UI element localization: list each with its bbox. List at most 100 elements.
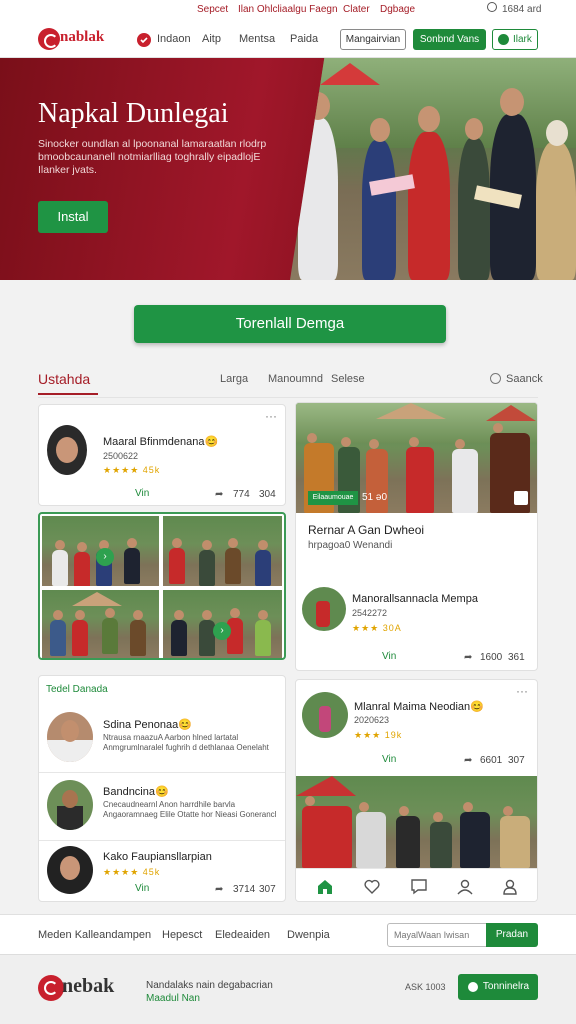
- tab-active[interactable]: Ustahda: [38, 371, 90, 387]
- figure: [130, 610, 146, 656]
- stat-2: 304: [259, 489, 276, 500]
- main-cta-button[interactable]: Torenlall Demga: [134, 305, 446, 343]
- avatar[interactable]: [47, 712, 93, 762]
- grid-photo-2[interactable]: [163, 516, 282, 586]
- heart-outline-icon[interactable]: [363, 878, 381, 895]
- figure: [302, 796, 352, 868]
- figure: [319, 706, 331, 732]
- head: [370, 118, 390, 142]
- figure: [124, 538, 140, 584]
- rating: ★★★ 30A: [352, 623, 402, 633]
- photo-grid[interactable]: › ›: [38, 512, 286, 660]
- feature-title[interactable]: Rernar A Gan Dwheoi: [308, 523, 424, 537]
- person-red-shirt: [408, 132, 450, 280]
- comment-3-name[interactable]: Kako Faupiansllarpian: [103, 851, 212, 863]
- subnav-item-4[interactable]: Dwenpia: [287, 929, 330, 941]
- tab-1[interactable]: Larga: [220, 373, 248, 385]
- outline-button[interactable]: Mangairvian: [340, 29, 406, 50]
- nav-item-1[interactable]: Indaon: [157, 33, 191, 45]
- figure: [199, 610, 215, 656]
- avatar[interactable]: [302, 587, 346, 631]
- nav-item-4[interactable]: Paida: [290, 33, 318, 45]
- brand-name[interactable]: nablak: [60, 29, 104, 46]
- more-icon[interactable]: ···: [265, 409, 277, 423]
- heart-icon: [468, 982, 478, 992]
- footer: nebak Nandalaks nain degabacrian Maadul …: [0, 954, 576, 1024]
- green-outline-button[interactable]: Ilark: [492, 29, 538, 50]
- hero-body: Sinocker oundlan al lpoonanal lamaraatla…: [38, 138, 267, 176]
- face: [56, 437, 78, 463]
- grid-photo-3[interactable]: [42, 590, 159, 658]
- avatar[interactable]: [302, 692, 348, 738]
- top-link-2[interactable]: Ilan Ohlcliaalgu Faegn: [238, 4, 338, 15]
- green-button[interactable]: Sonbnd Vans: [413, 29, 486, 50]
- author-sub: 2020623: [354, 715, 390, 725]
- author-name[interactable]: Manorallsannacla Mempa: [352, 593, 478, 605]
- footer-line-2[interactable]: Maadul Nan: [146, 993, 200, 1004]
- figure: [366, 439, 388, 513]
- vin-link[interactable]: Vin: [382, 754, 396, 765]
- divider: [39, 772, 285, 773]
- head: [546, 120, 568, 146]
- feature-card: Eilaaumouae 51 ə0 Rernar A Gan Dwheoi hr…: [295, 402, 538, 671]
- profile-icon[interactable]: [456, 878, 474, 895]
- subnav-item-2[interactable]: Hepesct: [162, 929, 202, 941]
- subscribe-button[interactable]: Pradan: [486, 923, 538, 947]
- search-label[interactable]: Saanck: [506, 373, 543, 385]
- top-link-4[interactable]: Dgbage: [380, 4, 415, 15]
- author-name[interactable]: Mlanral Maima Neodian😊: [354, 700, 484, 713]
- nav-item-2[interactable]: Aitp: [202, 33, 221, 45]
- play-icon[interactable]: ›: [96, 548, 114, 566]
- comment-icon[interactable]: [410, 878, 428, 895]
- vin-link[interactable]: Vin: [382, 651, 396, 662]
- home-icon[interactable]: [316, 878, 334, 895]
- more-icon[interactable]: ···: [516, 684, 528, 698]
- top-link-3[interactable]: Clater: [343, 4, 370, 15]
- tab-2[interactable]: Manoumnd: [268, 373, 323, 385]
- author-name[interactable]: Maaral Bfinmdenana😊: [103, 435, 218, 448]
- share-icon[interactable]: ➦: [464, 755, 472, 766]
- play-icon[interactable]: ›: [213, 622, 231, 640]
- footer-logo-icon[interactable]: [38, 975, 64, 1001]
- comment-1-name[interactable]: Sdina Penonaa😊: [103, 718, 192, 731]
- vin-link[interactable]: Vin: [135, 883, 149, 894]
- subscribe-input[interactable]: [387, 923, 487, 947]
- head: [500, 88, 524, 116]
- share-icon[interactable]: ➦: [215, 489, 223, 500]
- head: [465, 118, 483, 140]
- hero-install-button[interactable]: Instal: [38, 201, 108, 233]
- post-photo[interactable]: [296, 776, 537, 868]
- avatar[interactable]: [47, 780, 93, 830]
- hero-photo: [290, 58, 576, 280]
- vin-link[interactable]: Vin: [135, 488, 149, 499]
- sub-navigation: Meden Kalleandampen Hepesct Eledeaiden D…: [0, 914, 576, 954]
- footer-brand[interactable]: nebak: [62, 975, 114, 998]
- figure: [169, 538, 185, 584]
- avatar[interactable]: [47, 846, 93, 894]
- subnav-item-3[interactable]: Eledeaiden: [215, 929, 270, 941]
- footer-button[interactable]: Tonninelra: [458, 974, 538, 1000]
- comment-2-name[interactable]: Bandncina😊: [103, 785, 169, 798]
- figure: [72, 610, 88, 656]
- grid-photo-4[interactable]: ›: [163, 590, 282, 658]
- subnav-item-1[interactable]: Meden Kalleandampen: [38, 929, 151, 941]
- expand-icon[interactable]: [514, 491, 528, 505]
- feature-photo[interactable]: Eilaaumouae 51 ə0: [296, 403, 537, 513]
- brand-logo-icon[interactable]: [38, 28, 60, 50]
- grid-photo-1[interactable]: ›: [42, 516, 159, 586]
- footer-line-1: Nandalaks nain degabacrian: [146, 980, 273, 991]
- user-icon[interactable]: [501, 878, 519, 895]
- avatar[interactable]: [47, 425, 87, 475]
- share-icon[interactable]: ➦: [215, 884, 223, 895]
- person-blue-shirt: [362, 140, 396, 280]
- share-icon[interactable]: ➦: [464, 652, 472, 663]
- nav-item-3[interactable]: Mentsa: [239, 33, 275, 45]
- search-icon[interactable]: [490, 373, 501, 384]
- figure: [255, 610, 271, 656]
- top-link-1[interactable]: Sepcet: [197, 4, 228, 15]
- tab-3[interactable]: Selese: [331, 373, 365, 385]
- navbar: nablak Indaon Aitp Mentsa Paida Mangairv…: [0, 20, 576, 58]
- figure: [171, 610, 187, 656]
- shirt: [57, 806, 83, 830]
- footer-version: ASK 1003: [405, 982, 446, 992]
